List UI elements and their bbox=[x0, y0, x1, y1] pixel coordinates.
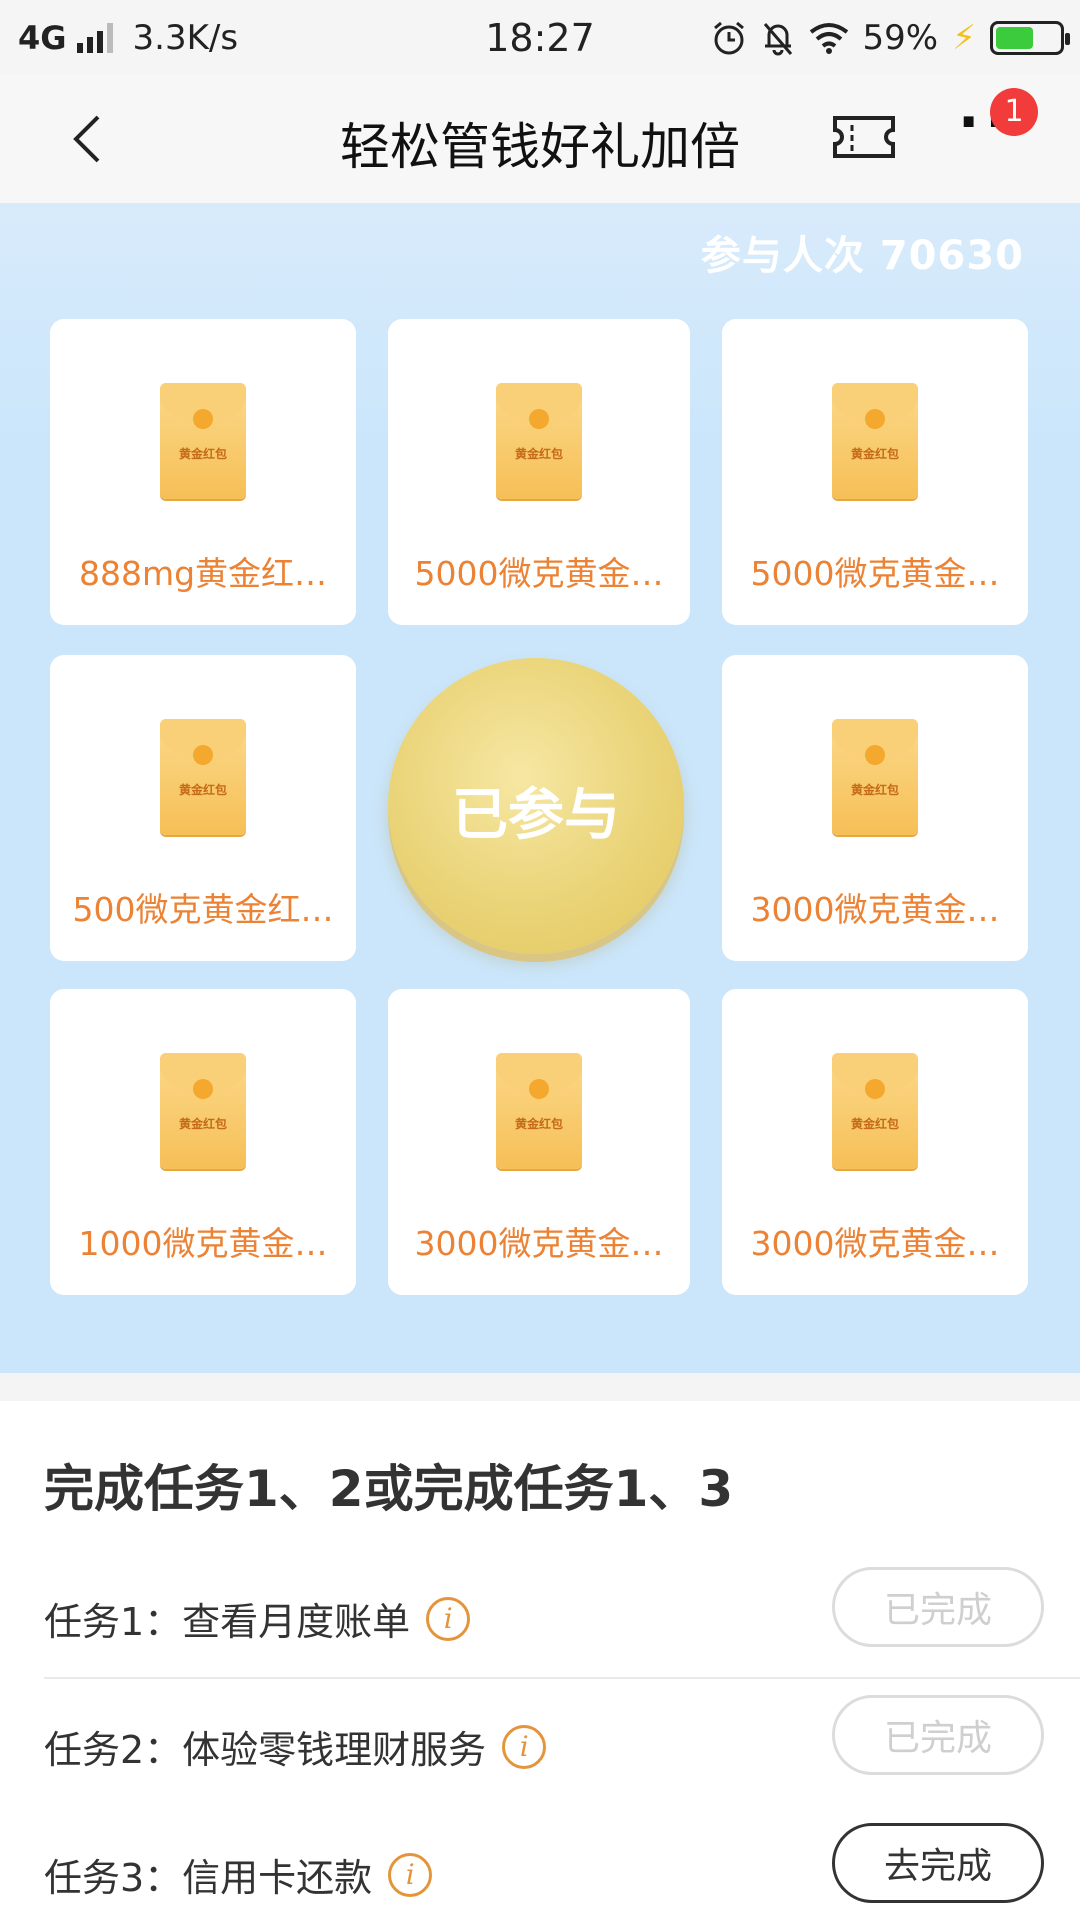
draw-button[interactable]: 已参与 bbox=[388, 658, 684, 954]
prize-card[interactable]: 黄金红包 1000微克黄金… bbox=[50, 989, 356, 1295]
mute-bell-icon bbox=[763, 22, 792, 55]
prize-label: 888mg黄金红… bbox=[78, 554, 328, 593]
prize-card[interactable]: 黄金红包 5000微克黄金… bbox=[388, 319, 690, 625]
draw-button-label: 已参与 bbox=[452, 783, 620, 848]
info-icon[interactable]: i bbox=[502, 1724, 547, 1769]
task-text: 任务2：体验零钱理财服务 bbox=[44, 1728, 487, 1772]
navigation-bar: 轻松管钱好礼加倍 ··· bbox=[0, 75, 1080, 203]
lottery-panel: 参与人次 70630 黄金红包 888mg黄金红… 黄金红包 5000微克黄金…… bbox=[0, 203, 1080, 1373]
task-row: 任务1：查看月度账单 i 已完成 bbox=[44, 1551, 1080, 1679]
info-icon[interactable]: i bbox=[388, 1852, 433, 1897]
charging-icon: ⚡ bbox=[952, 17, 976, 58]
notification-badge: 1 bbox=[990, 88, 1038, 136]
prize-label: 5000微克黄金… bbox=[750, 554, 1000, 593]
section-divider bbox=[0, 1373, 1080, 1401]
task-text: 任务3：信用卡还款 bbox=[44, 1856, 373, 1900]
participant-count: 参与人次 70630 bbox=[700, 233, 1024, 279]
red-envelope-icon: 黄金红包 bbox=[832, 383, 918, 499]
prize-card[interactable]: 黄金红包 5000微克黄金… bbox=[722, 319, 1028, 625]
prize-card[interactable]: 黄金红包 3000微克黄金… bbox=[388, 989, 690, 1295]
go-complete-button[interactable]: 去完成 bbox=[832, 1823, 1044, 1903]
task-row: 任务2：体验零钱理财服务 i 已完成 bbox=[44, 1679, 1080, 1807]
red-envelope-icon: 黄金红包 bbox=[496, 1053, 582, 1169]
task-section: 完成任务1、2或完成任务1、3 任务1：查看月度账单 i 已完成 任务2：体验零… bbox=[0, 1401, 1080, 1920]
task-label: 任务2：体验零钱理财服务 i bbox=[44, 1719, 547, 1774]
prize-label: 3000微克黄金… bbox=[750, 1224, 1000, 1263]
prize-card[interactable]: 黄金红包 500微克黄金红… bbox=[50, 655, 356, 961]
wifi-icon bbox=[809, 22, 848, 54]
prize-card[interactable]: 黄金红包 888mg黄金红… bbox=[50, 319, 356, 625]
prize-label: 3000微克黄金… bbox=[414, 1224, 664, 1263]
prize-label: 3000微克黄金… bbox=[750, 890, 1000, 929]
ticket-icon[interactable] bbox=[832, 115, 896, 159]
red-envelope-icon: 黄金红包 bbox=[496, 383, 582, 499]
task-row: 任务3：信用卡还款 i 去完成 bbox=[44, 1807, 1080, 1920]
page-title: 轻松管钱好礼加倍 bbox=[340, 118, 740, 176]
red-envelope-icon: 黄金红包 bbox=[160, 719, 246, 835]
alarm-icon bbox=[713, 21, 744, 54]
prize-label: 5000微克黄金… bbox=[414, 554, 664, 593]
prize-label: 1000微克黄金… bbox=[78, 1224, 328, 1263]
status-right: 59% ⚡ bbox=[711, 0, 1070, 75]
battery-icon bbox=[990, 20, 1070, 55]
red-envelope-icon: 黄金红包 bbox=[832, 719, 918, 835]
red-envelope-icon: 黄金红包 bbox=[832, 1053, 918, 1169]
task-label: 任务3：信用卡还款 i bbox=[44, 1847, 433, 1902]
prize-card[interactable]: 黄金红包 3000微克黄金… bbox=[722, 655, 1028, 961]
prize-card[interactable]: 黄金红包 3000微克黄金… bbox=[722, 989, 1028, 1295]
red-envelope-icon: 黄金红包 bbox=[160, 1053, 246, 1169]
task-text: 任务1：查看月度账单 bbox=[44, 1600, 411, 1644]
red-envelope-icon: 黄金红包 bbox=[160, 383, 246, 499]
task-label: 任务1：查看月度账单 i bbox=[44, 1591, 471, 1646]
battery-percent: 59% bbox=[862, 17, 939, 58]
prize-label: 500微克黄金红… bbox=[72, 890, 334, 929]
info-icon[interactable]: i bbox=[426, 1596, 471, 1641]
task-status-button[interactable]: 已完成 bbox=[832, 1567, 1044, 1647]
task-section-title: 完成任务1、2或完成任务1、3 bbox=[44, 1460, 734, 1518]
task-status-button[interactable]: 已完成 bbox=[832, 1695, 1044, 1775]
battery-fill bbox=[996, 26, 1033, 49]
status-bar: 4G 3.3K/s 18:27 59% ⚡ bbox=[0, 0, 1080, 75]
